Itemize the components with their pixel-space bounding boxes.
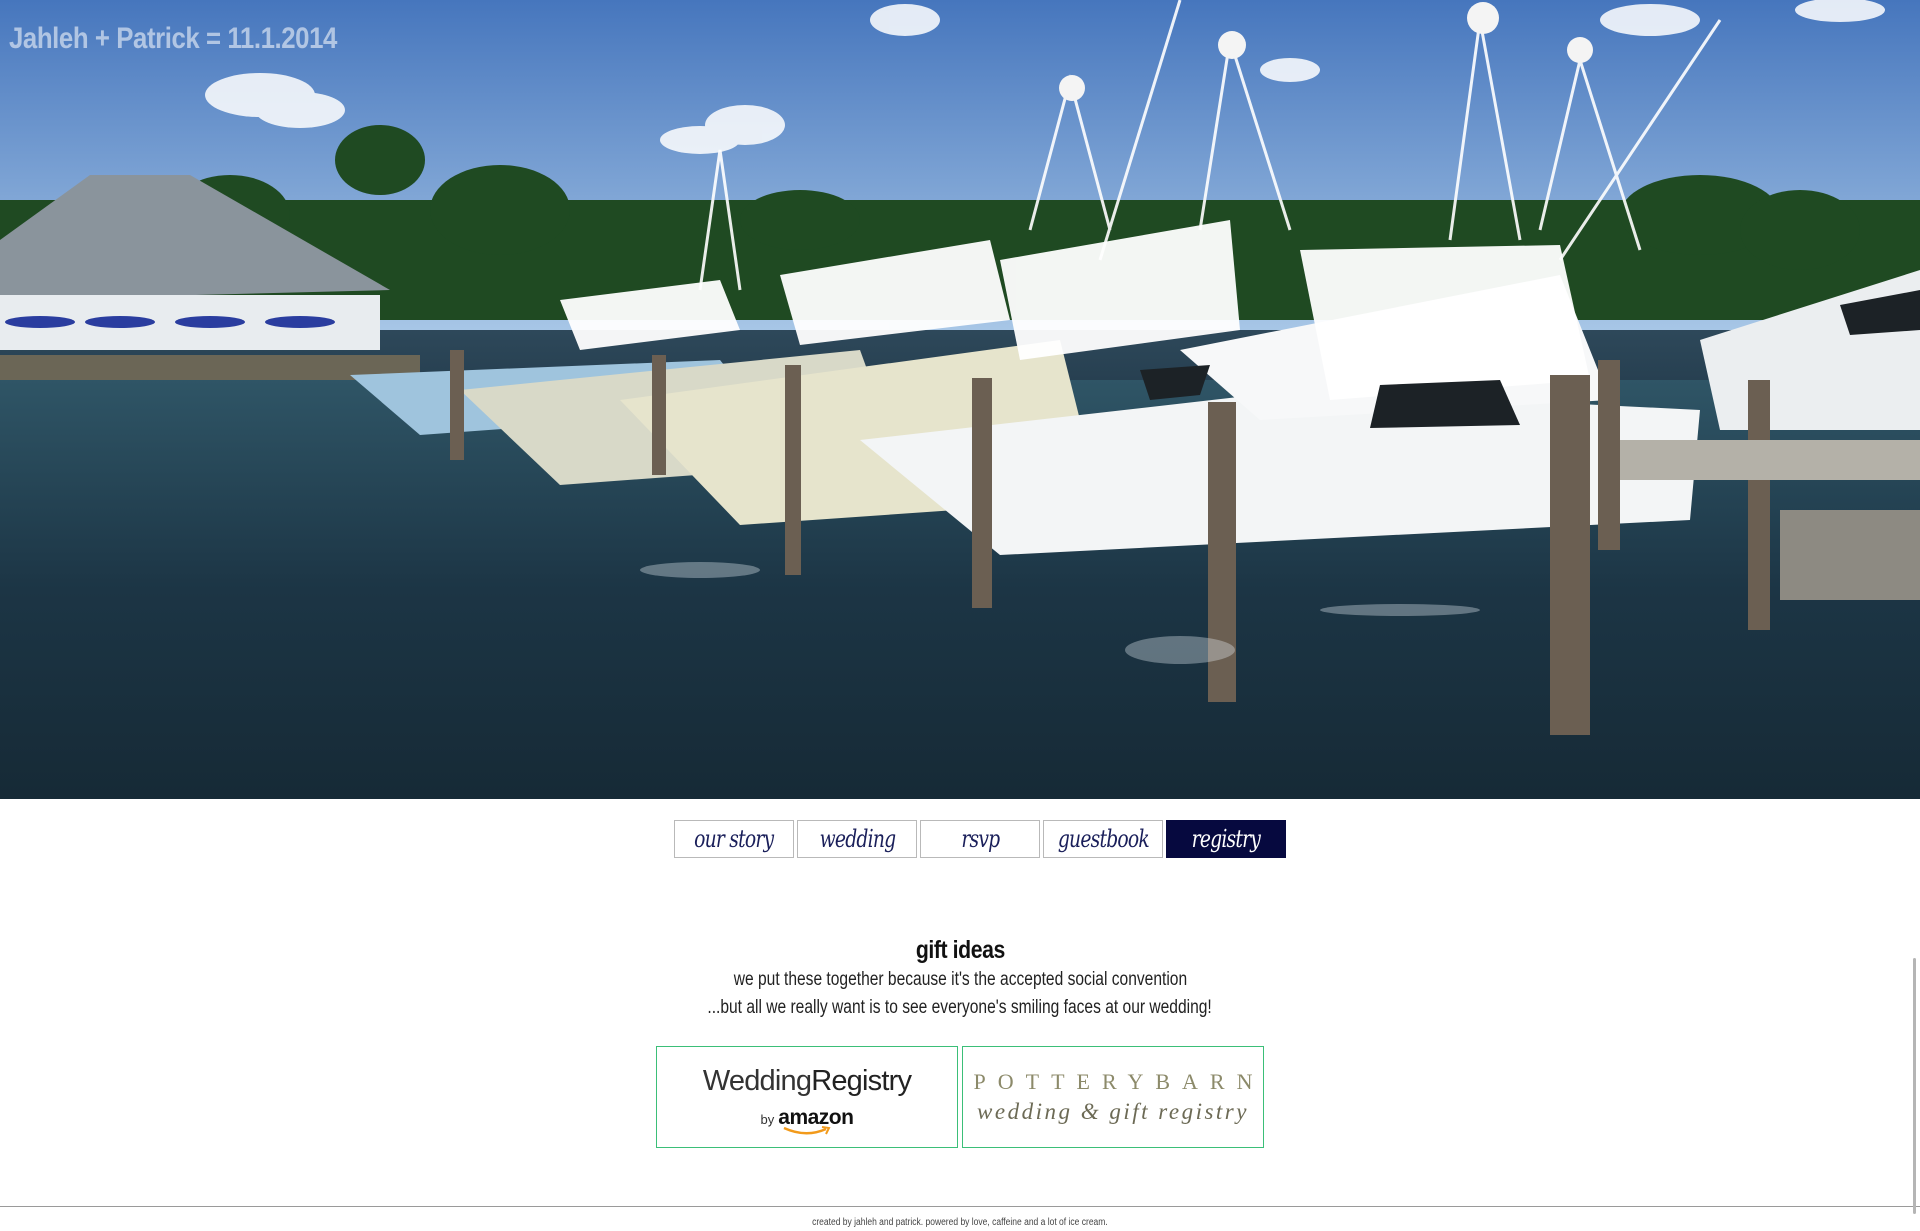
gift-intro-text: we put these together because it's the a…: [733, 969, 1187, 990]
registry-links: WeddingRegistry by amazon POTTERYBARN we…: [656, 1046, 1264, 1148]
tab-guestbook[interactable]: guestbook: [1043, 820, 1163, 858]
amazon-title-part2: Registry: [811, 1064, 912, 1097]
potterybarn-tagline: wedding & gift registry: [977, 1099, 1249, 1124]
footer-credit: created by jahleh and patrick. powered b…: [0, 1217, 1920, 1228]
gift-ideas-heading: gift ideas: [915, 936, 1005, 964]
amazon-registry-link[interactable]: WeddingRegistry by amazon: [656, 1046, 958, 1148]
amazon-title-part1: Wedding: [702, 1064, 812, 1097]
tab-label: rsvp: [960, 825, 1000, 853]
marina-photo: [0, 0, 1920, 799]
amazon-registry-logo: WeddingRegistry: [702, 1064, 912, 1098]
amazon-smile-icon: [783, 1125, 831, 1134]
page-scrollbar[interactable]: [1913, 958, 1916, 1214]
main-nav: our story wedding rsvp guestbook registr…: [674, 820, 1286, 858]
tab-rsvp[interactable]: rsvp: [920, 820, 1040, 858]
gift-intro-text: ...but all we really want is to see ever…: [707, 997, 1213, 1018]
tab-registry[interactable]: registry: [1166, 820, 1286, 858]
tab-label: our story: [694, 825, 774, 853]
tab-our-story[interactable]: our story: [674, 820, 794, 858]
footer-divider: [0, 1206, 1920, 1207]
tab-label: registry: [1191, 825, 1261, 853]
footer-credit-text: created by jahleh and patrick. powered b…: [812, 1217, 1108, 1228]
gift-intro-line: ...but all we really want is to see ever…: [0, 995, 1920, 1021]
tab-wedding[interactable]: wedding: [797, 820, 917, 858]
potterybarn-wordmark: POTTERYBARN: [973, 1069, 1265, 1094]
potterybarn-registry-link[interactable]: POTTERYBARN wedding & gift registry: [962, 1046, 1264, 1148]
amazon-by-text: by: [760, 1111, 775, 1127]
tab-label: guestbook: [1057, 825, 1149, 853]
hero-banner: Jahleh + Patrick = 11.1.2014: [0, 0, 1920, 799]
registry-section: gift ideas we put these together because…: [0, 936, 1920, 1021]
tab-label: wedding: [819, 825, 895, 853]
amazon-wordmark: amazon: [778, 1106, 854, 1134]
gift-intro-line: we put these together because it's the a…: [0, 967, 1920, 993]
site-title[interactable]: Jahleh + Patrick = 11.1.2014: [9, 22, 337, 56]
amazon-byline: by amazon: [760, 1106, 854, 1134]
